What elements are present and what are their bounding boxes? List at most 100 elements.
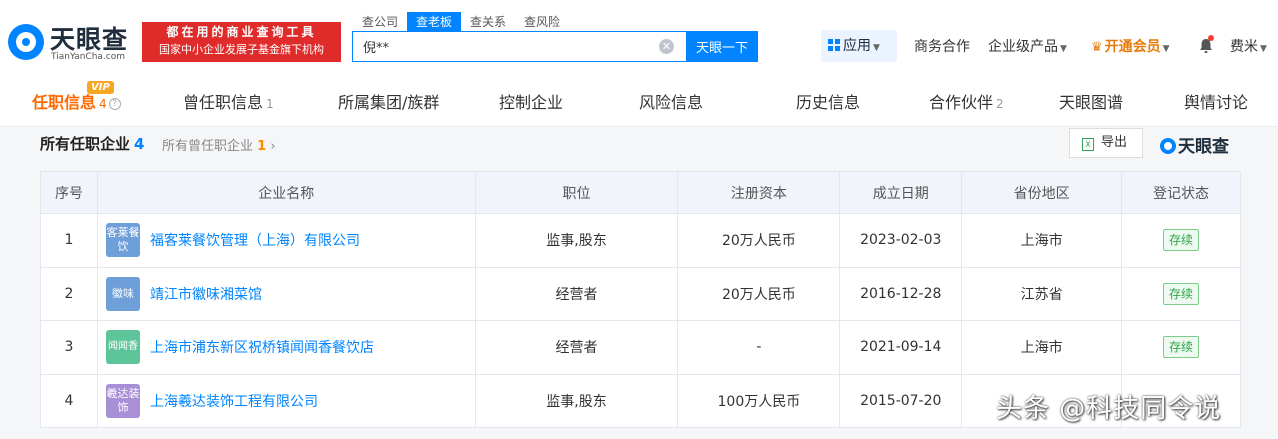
crown-icon: ♛	[1091, 40, 1103, 55]
established-date: 2021-09-14	[839, 320, 963, 375]
status-cell: 存续	[1121, 266, 1241, 321]
table-row: 3 闻闻香 上海市浦东新区祝桥镇闻闻香餐饮店 经营者 - 2021-09-14 上…	[40, 320, 1241, 375]
business-cooperation-link[interactable]: 商务合作	[914, 36, 970, 56]
registered-capital: 20万人民币	[677, 266, 841, 321]
position: 监事,股东	[474, 373, 679, 428]
search-tab-risk[interactable]: 查风险	[515, 12, 569, 32]
company-name-link[interactable]: 上海市浦东新区祝桥镇闻闻香餐饮店	[150, 340, 374, 356]
position: 经营者	[474, 266, 679, 321]
tab-history[interactable]: 历史信息	[796, 78, 860, 127]
open-vip-label: 开通会员	[1104, 39, 1161, 55]
column-header: 职位	[474, 171, 679, 214]
established-date: 2016-12-28	[839, 266, 963, 321]
column-header: 序号	[40, 171, 98, 214]
past-positions-link[interactable]: 所有曾任职企业 1 ›	[162, 135, 276, 154]
position: 经营者	[474, 320, 679, 375]
tab-label: 所属集团/族群	[338, 93, 440, 112]
app-grid-icon	[828, 39, 840, 51]
tab-label: 历史信息	[796, 93, 861, 112]
info-tabs: 任职信息 4? VIP 曾任职信息 1 所属集团/族群 控制企业 风险信息 历史信息…	[0, 78, 1278, 127]
watermark-text: 天眼查	[1178, 137, 1229, 157]
chevron-down-icon: ▼	[1260, 44, 1267, 54]
vip-badge: VIP	[87, 81, 114, 94]
company-cell: 徽味 靖江市徽味湘菜馆	[96, 266, 476, 321]
table-header-row: 序号 企业名称 职位 注册资本 成立日期 省份地区 登记状态	[40, 171, 1241, 214]
slogan-banner[interactable]: 都在用的商业查询工具 国家中小企业发展子基金旗下机构	[142, 22, 341, 62]
status-badge: 存续	[1163, 229, 1200, 252]
tab-risk[interactable]: 风险信息	[639, 78, 703, 127]
brand-name: 天眼查	[50, 25, 129, 54]
search-tab-boss[interactable]: 查老板	[407, 12, 462, 32]
chevron-down-icon: ▼	[1060, 44, 1067, 54]
chevron-down-icon: ▼	[873, 43, 880, 53]
row-number: 2	[40, 266, 98, 321]
chevron-down-icon: ▼	[1162, 44, 1170, 54]
row-number: 4	[40, 373, 98, 428]
search-tab-relation[interactable]: 查关系	[461, 12, 515, 32]
company-avatar[interactable]: 客莱餐饮	[105, 223, 140, 258]
established-date: 2023-02-03	[839, 213, 963, 268]
tab-count: 2	[996, 97, 1004, 111]
past-positions-count: 1	[257, 139, 267, 154]
tianyancha-watermark: 天眼查	[1160, 132, 1229, 157]
company-cell: 闻闻香 上海市浦东新区祝桥镇闻闻香餐饮店	[96, 320, 476, 375]
column-header: 成立日期	[839, 171, 963, 214]
tianyancha-logo[interactable]: 天眼查 TianYanCha.com	[8, 20, 138, 64]
tab-label: 任职信息	[32, 93, 97, 112]
company-avatar[interactable]: 徽味	[105, 276, 140, 311]
tab-group[interactable]: 所属集团/族群	[338, 78, 439, 127]
tab-public-opinion[interactable]: 舆情讨论	[1184, 78, 1248, 127]
help-icon[interactable]: ?	[108, 98, 121, 110]
search-input[interactable]	[353, 32, 683, 61]
past-positions-label: 所有曾任职企业	[162, 139, 254, 154]
column-header: 登记状态	[1121, 171, 1241, 214]
section-count: 4	[134, 135, 145, 153]
search-box: ✕ 天眼一下	[352, 31, 758, 62]
export-label: 导出	[1101, 135, 1128, 150]
company-cell: 客莱餐饮 福客莱餐饮管理（上海）有限公司	[96, 213, 476, 268]
region: 上海市	[961, 320, 1123, 375]
enterprise-products-menu[interactable]: 企业级产品 ▼	[988, 36, 1067, 56]
tab-count: 1	[266, 97, 274, 111]
eye-logo-icon	[8, 24, 44, 60]
export-button[interactable]: X 导出	[1069, 128, 1143, 158]
tab-count: 4	[99, 97, 107, 111]
tab-controlled-companies[interactable]: 控制企业	[499, 78, 563, 127]
row-number: 3	[40, 320, 98, 375]
table-row: 2 徽味 靖江市徽味湘菜馆 经营者 20万人民币 2016-12-28 江苏省 存…	[40, 266, 1241, 321]
registered-capital: -	[677, 320, 841, 375]
company-avatar[interactable]: 闻闻香	[105, 330, 140, 365]
region: 江苏省	[961, 266, 1123, 321]
clear-icon[interactable]: ✕	[659, 39, 674, 54]
tab-label: 风险信息	[639, 93, 704, 112]
slogan-line-2: 国家中小企业发展子基金旗下机构	[159, 43, 324, 56]
search-tab-company[interactable]: 查公司	[353, 12, 407, 32]
brand-domain: TianYanCha.com	[51, 52, 126, 62]
registered-capital: 100万人民币	[677, 373, 841, 428]
open-vip-menu[interactable]: ♛ 开通会员 ▼	[1091, 36, 1170, 56]
region: 上海市	[961, 213, 1123, 268]
excel-icon: X	[1082, 138, 1094, 151]
search-button[interactable]: 天眼一下	[686, 31, 758, 62]
column-header: 省份地区	[961, 171, 1123, 214]
user-menu[interactable]: 费米 ▼	[1230, 36, 1267, 56]
status-badge: 存续	[1163, 282, 1200, 305]
section-title-text: 所有任职企业	[40, 135, 131, 153]
company-name-link[interactable]: 靖江市徽味湘菜馆	[150, 287, 262, 303]
tab-graph[interactable]: 天眼图谱	[1059, 78, 1123, 127]
row-number: 1	[40, 213, 98, 268]
watermark-overlay-text: 头条 @科技同令说	[996, 394, 1222, 424]
section-title: 所有任职企业 4	[40, 133, 144, 154]
established-date: 2015-07-20	[839, 373, 963, 428]
company-avatar[interactable]: 羲达装饰	[105, 383, 140, 418]
company-name-link[interactable]: 福客莱餐饮管理（上海）有限公司	[150, 233, 360, 249]
app-menu-label: 应用	[843, 38, 871, 54]
tab-label: 控制企业	[499, 93, 564, 112]
eye-logo-icon	[1160, 138, 1176, 154]
tab-partners[interactable]: 合作伙伴 2	[929, 78, 1004, 127]
tab-past-positions[interactable]: 曾任职信息 1	[183, 78, 274, 127]
company-name-link[interactable]: 上海羲达装饰工程有限公司	[150, 394, 318, 410]
enterprise-products-label: 企业级产品	[988, 39, 1058, 55]
status-cell: 存续	[1121, 213, 1241, 268]
app-menu-button[interactable]: 应用 ▼	[821, 30, 897, 62]
